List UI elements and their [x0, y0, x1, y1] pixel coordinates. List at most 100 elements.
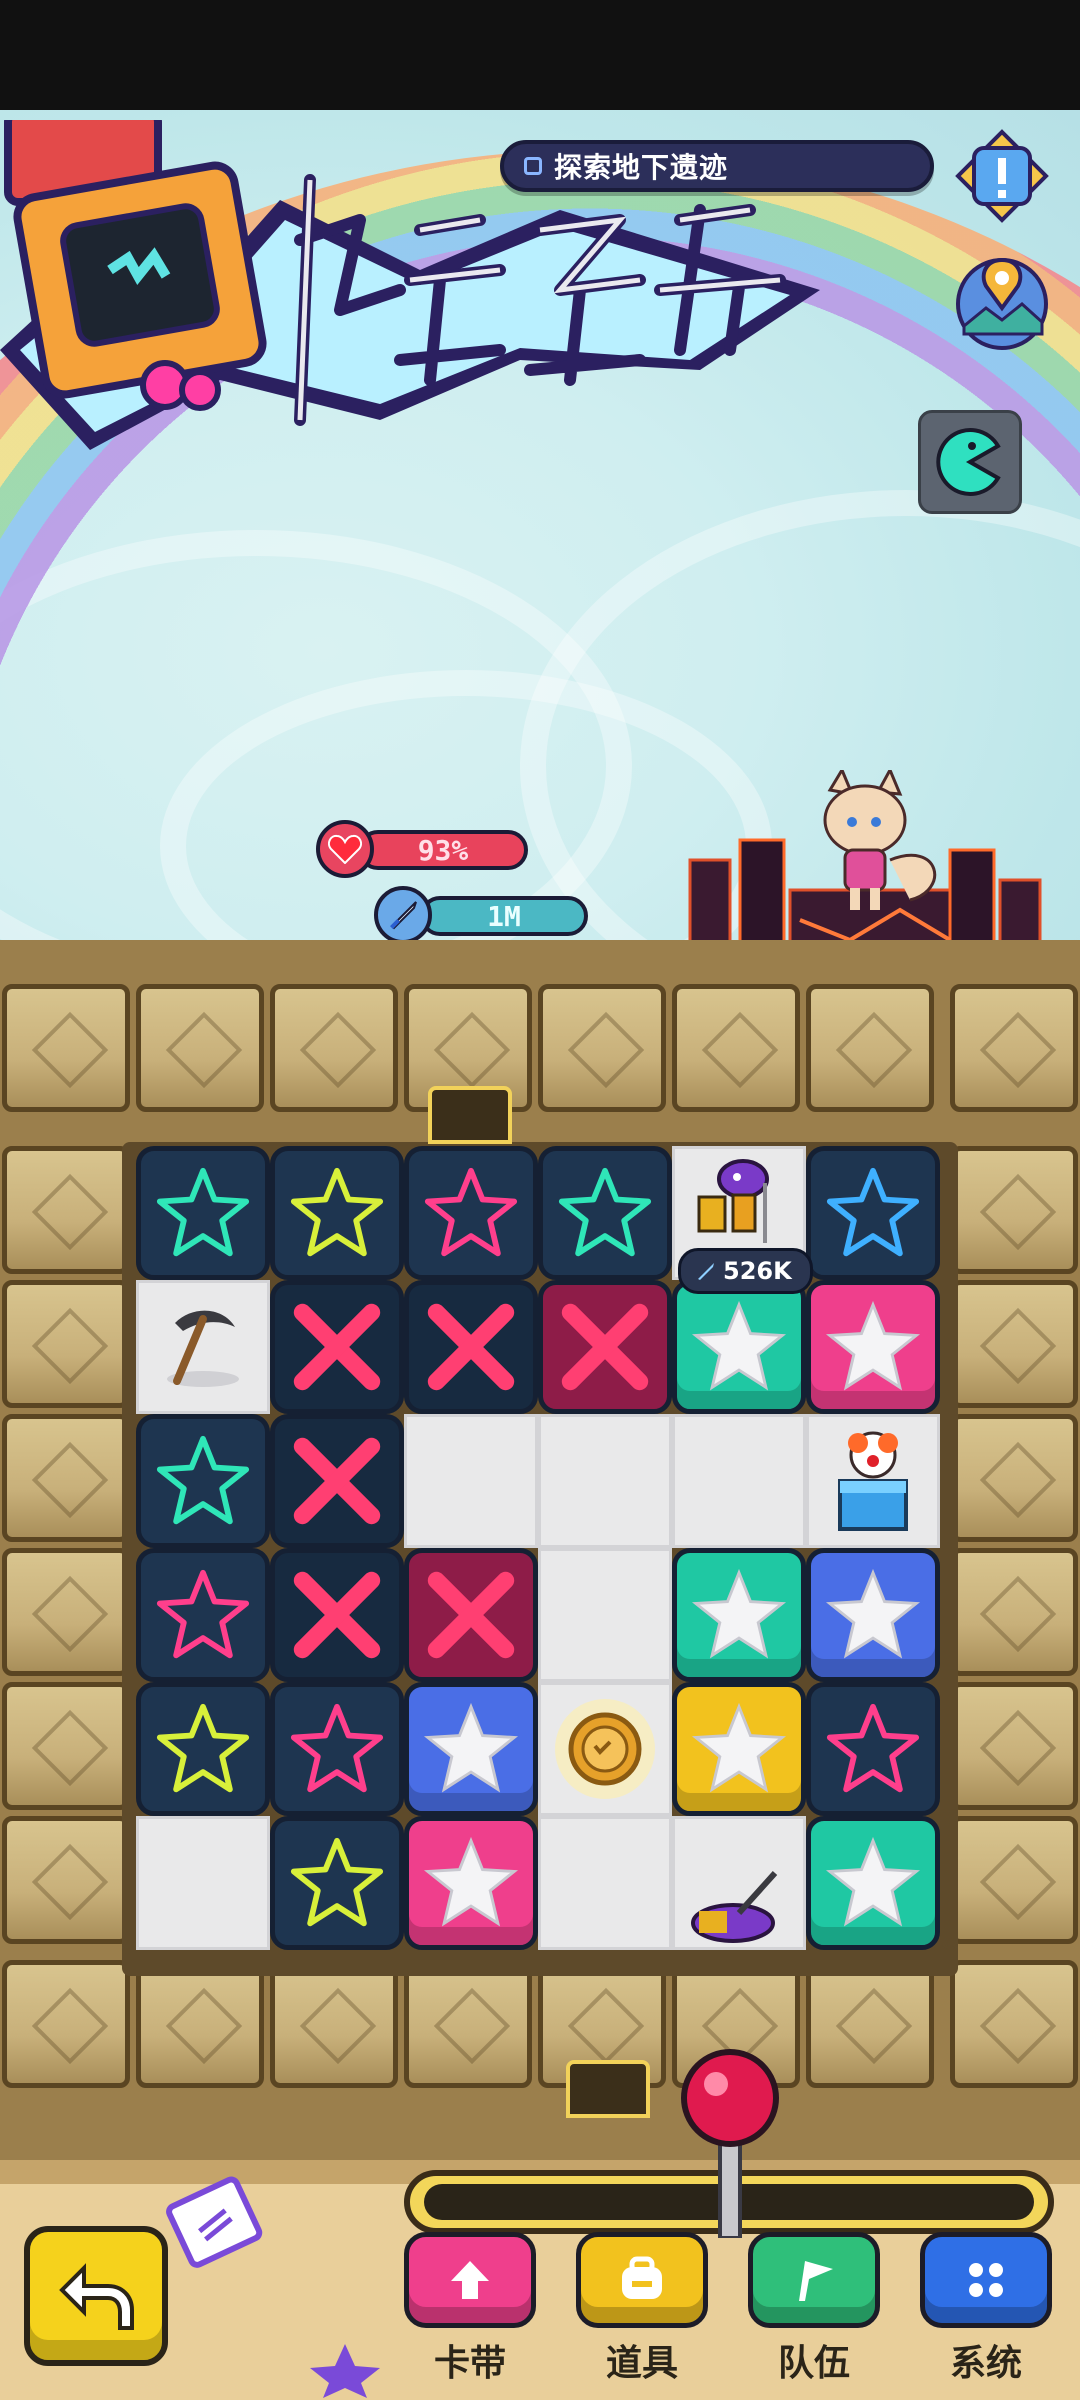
- wall-corner-block: [2, 984, 130, 1112]
- tile-star-pink[interactable]: [806, 1280, 940, 1414]
- pacman-button[interactable]: [918, 410, 1022, 514]
- x-mark-icon: [293, 1571, 381, 1659]
- star-icon: [825, 1836, 921, 1927]
- wall-left-block: [2, 1548, 130, 1676]
- wall-right-block: [950, 1146, 1078, 1274]
- star-icon: [423, 1702, 519, 1793]
- star-outline-icon: [826, 1167, 920, 1257]
- back-button[interactable]: [24, 2226, 168, 2366]
- wall-bottom-block: [404, 1960, 532, 2088]
- wall-bottom-block: [806, 1960, 934, 2088]
- floor-floor[interactable]: [538, 1414, 672, 1548]
- jack-in-box-clown-icon: [838, 1431, 908, 1531]
- tile-star-outline-pink[interactable]: [270, 1682, 404, 1816]
- floor-enemy-bottom[interactable]: [672, 1816, 806, 1950]
- star-icon: [423, 1836, 519, 1927]
- tile-star-blue[interactable]: [404, 1682, 538, 1816]
- tile-blocked[interactable]: [404, 1280, 538, 1414]
- tile-star-yellow[interactable]: [672, 1682, 806, 1816]
- exclamation-diamond-icon: [955, 129, 1049, 223]
- floor-floor[interactable]: [538, 1816, 672, 1950]
- tile-blocked[interactable]: [270, 1548, 404, 1682]
- tile-star-blue[interactable]: [806, 1548, 940, 1682]
- tile-star-outline-teal[interactable]: [538, 1146, 672, 1280]
- joystick-lever[interactable]: [670, 2048, 790, 2238]
- floor-floor[interactable]: [404, 1414, 538, 1548]
- tile-star-pink[interactable]: [404, 1816, 538, 1950]
- wall-right-block: [950, 1280, 1078, 1408]
- bottom-gate[interactable]: [566, 2060, 650, 2118]
- flag-icon: [799, 2261, 833, 2301]
- tv-robot-icon: [4, 120, 267, 411]
- floor-coin[interactable]: [538, 1682, 672, 1816]
- tile-blocked[interactable]: [538, 1280, 672, 1414]
- quest-banner[interactable]: 探索地下遗迹: [500, 140, 934, 192]
- tile-star-outline-yellow[interactable]: [270, 1146, 404, 1280]
- health-value: 93%: [417, 833, 469, 867]
- star-outline-icon: [156, 1167, 250, 1257]
- x-mark-icon: [427, 1303, 515, 1391]
- nav-cartridge-button[interactable]: [404, 2232, 536, 2328]
- wall-top-block: [270, 984, 398, 1112]
- tile-blocked[interactable]: [270, 1414, 404, 1548]
- backpack-icon: [622, 2256, 662, 2299]
- wall-top-block: [672, 984, 800, 1112]
- map-button[interactable]: [950, 248, 1054, 352]
- wall-left-block: [2, 1414, 130, 1542]
- star-outline-icon: [290, 1167, 384, 1257]
- wall-bottom-block: [136, 1960, 264, 2088]
- star-icon: [691, 1702, 787, 1793]
- star-icon: [825, 1300, 921, 1391]
- wall-right-block: [950, 1414, 1078, 1542]
- x-mark-icon: [293, 1303, 381, 1391]
- wall-left-block: [2, 1816, 130, 1944]
- tile-star-outline-blue[interactable]: [806, 1146, 940, 1280]
- sword-icon: [698, 1263, 714, 1280]
- tile-star-outline-teal[interactable]: [136, 1414, 270, 1548]
- heart-icon: [316, 820, 374, 878]
- gold-coin-icon: [555, 1699, 655, 1799]
- floor-clown-box[interactable]: [806, 1414, 940, 1548]
- map-pin-icon: [956, 257, 1048, 350]
- tile-blocked[interactable]: [270, 1280, 404, 1414]
- tile-star-outline-yellow[interactable]: [136, 1682, 270, 1816]
- x-mark-icon: [293, 1437, 381, 1525]
- tile-star-outline-yellow[interactable]: [270, 1816, 404, 1950]
- arrow-up-icon: [451, 2261, 489, 2299]
- star-icon: [825, 1568, 921, 1659]
- wall-left-block: [2, 1280, 130, 1408]
- quest-text: 探索地下遗迹: [554, 151, 729, 184]
- wall-corner-block: [950, 984, 1078, 1112]
- wall-top-block: [136, 984, 264, 1112]
- star-outline-icon: [558, 1167, 652, 1257]
- tile-star-outline-pink[interactable]: [136, 1548, 270, 1682]
- floor-floor[interactable]: [672, 1414, 806, 1548]
- tile-blocked[interactable]: [404, 1548, 538, 1682]
- nav-team-label: 队伍: [777, 2343, 850, 2384]
- tile-star-teal[interactable]: [672, 1280, 806, 1414]
- tile-star-teal[interactable]: [806, 1816, 940, 1950]
- purple-creature-icon: [691, 1870, 778, 1943]
- tile-star-teal[interactable]: [672, 1548, 806, 1682]
- nav-system-button[interactable]: [920, 2232, 1052, 2328]
- wall-right-block: [950, 1682, 1078, 1810]
- nav-items-button[interactable]: [576, 2232, 708, 2328]
- tile-star-outline-pink[interactable]: [404, 1146, 538, 1280]
- wall-left-block: [2, 1146, 130, 1274]
- wall-right-block: [950, 1548, 1078, 1676]
- attack-value: 1M: [487, 899, 521, 933]
- tile-star-outline-pink[interactable]: [806, 1682, 940, 1816]
- top-gate[interactable]: [428, 1086, 512, 1144]
- alert-button[interactable]: [954, 128, 1050, 224]
- nav-team-button[interactable]: [748, 2232, 880, 2328]
- wall-right-block: [950, 1816, 1078, 1944]
- floor-floor[interactable]: [136, 1816, 270, 1950]
- game-screen: 探索地下遗迹 93% 1M 140: [0, 0, 1080, 2400]
- nav-cartridge-label: 卡带: [433, 2343, 506, 2384]
- floor-floor[interactable]: [538, 1548, 672, 1682]
- tile-star-outline-teal[interactable]: [136, 1146, 270, 1280]
- enemy-power-value: 526K: [723, 1257, 792, 1285]
- star-outline-icon: [290, 1837, 384, 1927]
- floor-pickaxe[interactable]: [136, 1280, 270, 1414]
- star-outline-icon: [826, 1703, 920, 1793]
